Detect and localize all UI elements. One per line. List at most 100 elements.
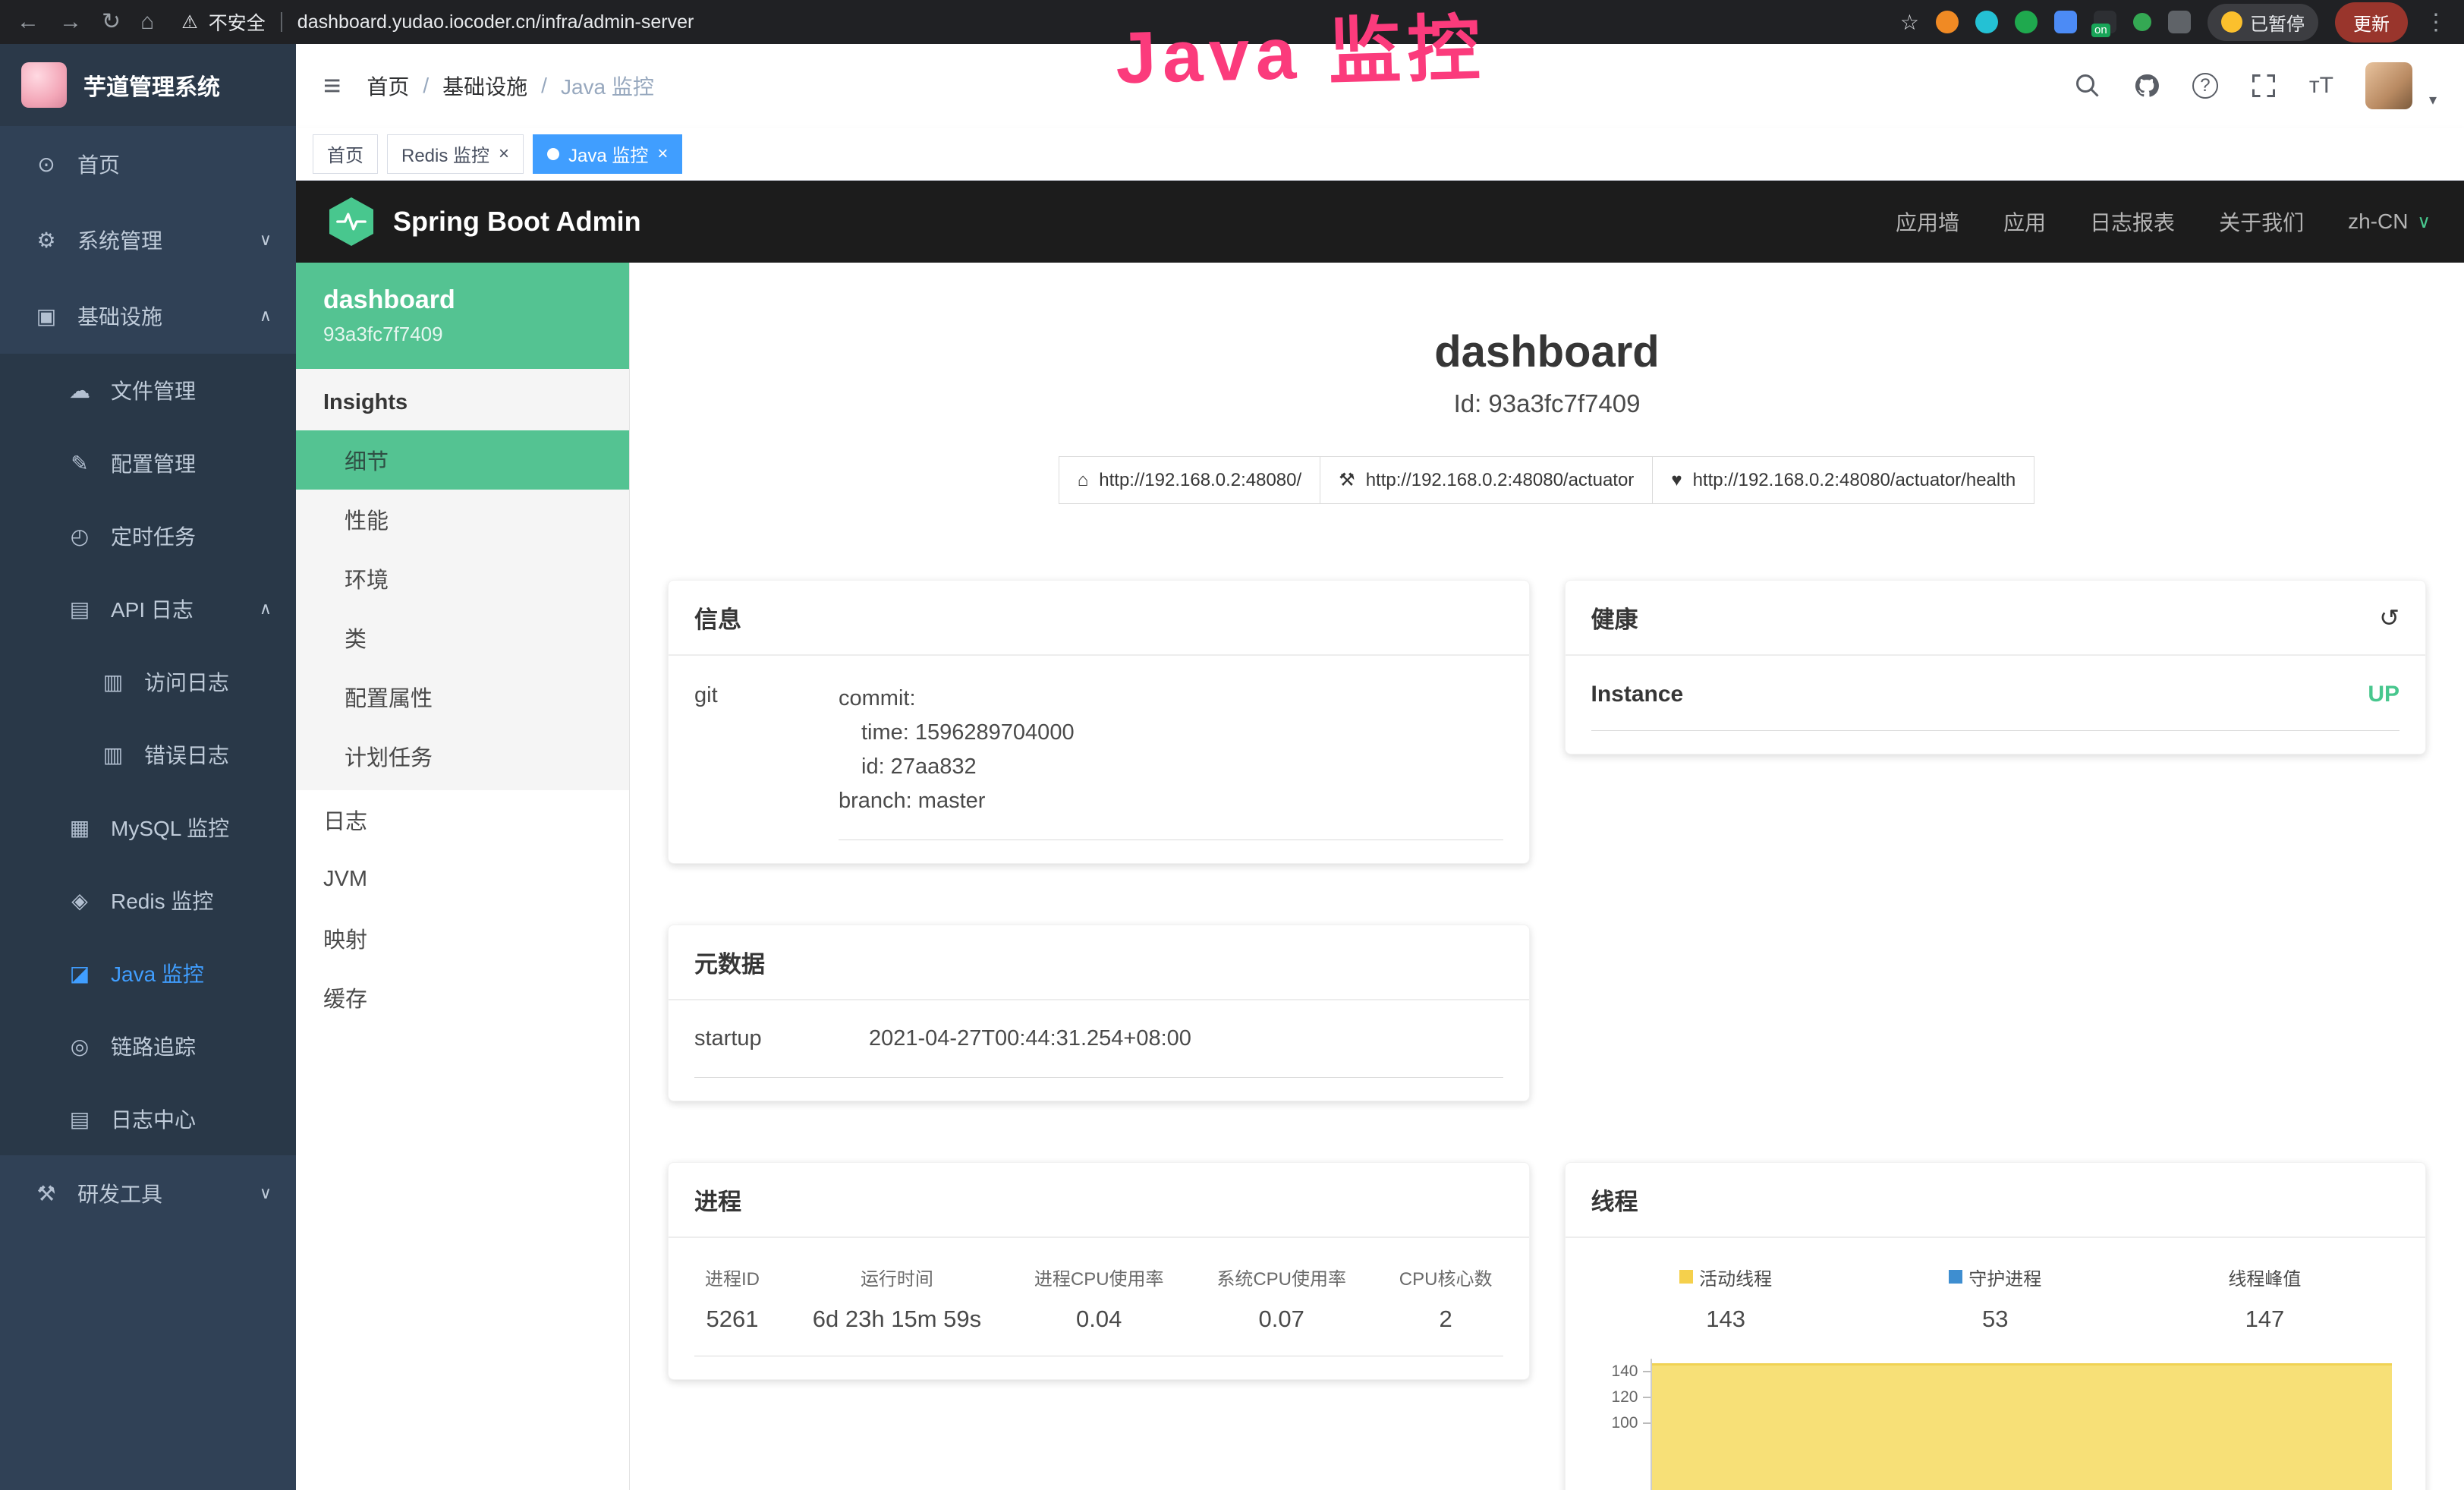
legend-value: 53 [1861,1306,2130,1333]
sidebar-item-log-center[interactable]: ▤ 日志中心 [0,1082,296,1155]
tab-label: Java 监控 [568,140,648,167]
process-card-header: 进程 [669,1163,1529,1238]
close-icon[interactable]: × [657,143,668,165]
sidebar-item-api-log[interactable]: ▤ API 日志 ∧ [0,572,296,645]
address-bar[interactable]: ⚠ 不安全 dashboard.yudao.iocoder.cn/infra/a… [181,8,694,36]
sidebar-item-access-log[interactable]: ▥ 访问日志 [0,645,296,718]
sidebar-item-error-log[interactable]: ▥ 错误日志 [0,718,296,791]
sidebar-item-dev-tools[interactable]: ⚒ 研发工具 ∨ [0,1155,296,1231]
reload-icon[interactable]: ↻ [102,11,121,33]
sidebar-item-redis-monitor[interactable]: ◈ Redis 监控 [0,864,296,937]
edit-icon: ✎ [67,451,93,476]
sidebar-item-config-props[interactable]: 配置属性 [296,667,629,726]
sidebar-item-classes[interactable]: 类 [296,608,629,667]
extension-cyan-icon[interactable] [1975,11,1998,33]
tab-java-monitor[interactable]: Java 监控 × [533,134,682,174]
profile-paused-badge[interactable]: 已暂停 [2208,4,2318,41]
stat-label: CPU核心数 [1399,1264,1493,1290]
help-icon[interactable]: ? [2192,73,2218,99]
legend-label: 活动线程 [1699,1264,1772,1290]
bookmark-star-icon[interactable]: ☆ [1900,10,1919,35]
font-size-icon[interactable]: тT [2309,73,2333,99]
breadcrumb-infrastructure[interactable]: 基础设施 [442,71,527,101]
stat-value: 2 [1399,1306,1493,1333]
process-stats: 进程ID 5261 运行时间 6d 23h 15m 59s 进程CPU使用率 [694,1264,1503,1356]
sba-nav-journal[interactable]: 日志报表 [2090,206,2175,237]
health-instance-row[interactable]: Instance UP [1591,682,2400,731]
github-icon[interactable] [2133,72,2160,99]
home-icon: ⌂ [1078,470,1089,491]
card-title: 信息 [694,600,741,635]
sidebar-item-config-mgmt[interactable]: ✎ 配置管理 [0,427,296,499]
extension-leaf-icon[interactable] [2133,13,2151,31]
instance-sidebar: dashboard 93a3fc7f7409 Insights 细节 性能 环境… [296,263,630,1490]
sba-nav-wallboard[interactable]: 应用墙 [1896,206,1959,237]
tab-label: Redis 监控 [401,140,489,167]
sidebar-item-mysql-monitor[interactable]: ▦ MySQL 监控 [0,791,296,864]
git-branch-line: branch: master [839,784,1503,818]
forward-icon[interactable]: → [59,11,82,33]
sidebar-item-jvm[interactable]: JVM [296,849,629,909]
sba-nav-about[interactable]: 关于我们 [2219,206,2304,237]
puzzle-icon[interactable] [2168,11,2191,33]
sidebar-item-scheduled-tasks[interactable]: 计划任务 [296,726,629,786]
back-icon[interactable]: ← [17,11,39,33]
update-button[interactable]: 更新 [2335,2,2408,43]
sidebar-item-home[interactable]: ⊙ 首页 [0,126,296,202]
chevron-up-icon: ∧ [260,306,272,326]
sidebar-item-file-mgmt[interactable]: ☁ 文件管理 [0,354,296,427]
history-icon[interactable]: ↺ [2379,603,2399,632]
extension-orange-icon[interactable] [1936,11,1959,33]
sba-nav-applications[interactable]: 应用 [2003,206,2046,237]
locale-label: zh-CN [2348,209,2408,234]
info-card-body: git commit: time: 1596289704000 id: 27aa… [669,656,1529,863]
sidebar-item-tracing[interactable]: ◎ 链路追踪 [0,1010,296,1082]
stat-value: 0.04 [1034,1306,1164,1333]
clock-icon: ◴ [67,524,93,549]
browser-home-icon[interactable]: ⌂ [140,11,154,33]
health-url-link[interactable]: ♥ http://192.168.0.2:48080/actuator/heal… [1652,456,2034,504]
sidebar-item-label: 文件管理 [111,375,196,405]
stat-label: 系统CPU使用率 [1216,1264,1346,1290]
breadcrumb-home[interactable]: 首页 [367,71,409,101]
security-warning-icon: ⚠ [181,11,198,33]
spring-boot-admin-logo[interactable] [329,197,373,246]
sidebar-item-logs[interactable]: 日志 [296,790,629,849]
sidebar-item-details[interactable]: 细节 [296,430,629,490]
browser-menu-icon[interactable]: ⋮ [2425,9,2447,36]
sidebar-item-label: 链路追踪 [111,1031,196,1061]
sidebar-item-metrics[interactable]: 性能 [296,490,629,549]
breadcrumb-separator: / [423,74,429,98]
link-label: http://192.168.0.2:48080/actuator/health [1693,470,2016,491]
sidebar-item-java-monitor[interactable]: ◪ Java 监控 [0,937,296,1010]
sidebar-item-label: 错误日志 [144,739,229,770]
hamburger-icon[interactable]: ≡ [323,69,341,103]
fullscreen-icon[interactable] [2250,72,2277,99]
actuator-url-link[interactable]: ⚒ http://192.168.0.2:48080/actuator [1320,456,1653,504]
detail-cards: 信息 git commit: time: 1596289704000 id: 2… [668,580,2426,1490]
tab-home[interactable]: 首页 [313,134,378,174]
health-card-body: Instance UP [1566,656,2426,754]
sidebar-item-caches[interactable]: 缓存 [296,968,629,1027]
instance-header[interactable]: dashboard 93a3fc7f7409 [296,263,629,369]
sidebar-item-environment[interactable]: 环境 [296,549,629,608]
link-label: http://192.168.0.2:48080/actuator [1366,470,1635,491]
sidebar-item-scheduled-jobs[interactable]: ◴ 定时任务 [0,499,296,572]
app-logo[interactable]: 芋道管理系统 [0,44,296,126]
stat-process-cpu: 进程CPU使用率 0.04 [1034,1264,1164,1333]
sidebar-item-infrastructure[interactable]: ▣ 基础设施 ∧ [0,278,296,354]
sidebar-item-mappings[interactable]: 映射 [296,909,629,968]
extension-blue-icon[interactable] [2054,11,2077,33]
sidebar-item-system-mgmt[interactable]: ⚙ 系统管理 ∨ [0,202,296,278]
extension-switch-icon[interactable]: on [2094,11,2116,33]
user-avatar[interactable] [2365,62,2412,109]
tab-redis-monitor[interactable]: Redis 监控 × [387,134,524,174]
close-icon[interactable]: × [499,143,509,165]
locale-selector[interactable]: zh-CN ∨ [2348,209,2431,234]
extension-green-icon[interactable] [2015,11,2038,33]
service-url-link[interactable]: ⌂ http://192.168.0.2:48080/ [1059,456,1320,504]
legend-label: 守护进程 [1968,1264,2041,1290]
tools-icon: ⚒ [33,1181,59,1206]
search-icon[interactable] [2074,72,2101,99]
java-icon: ◪ [67,961,93,986]
